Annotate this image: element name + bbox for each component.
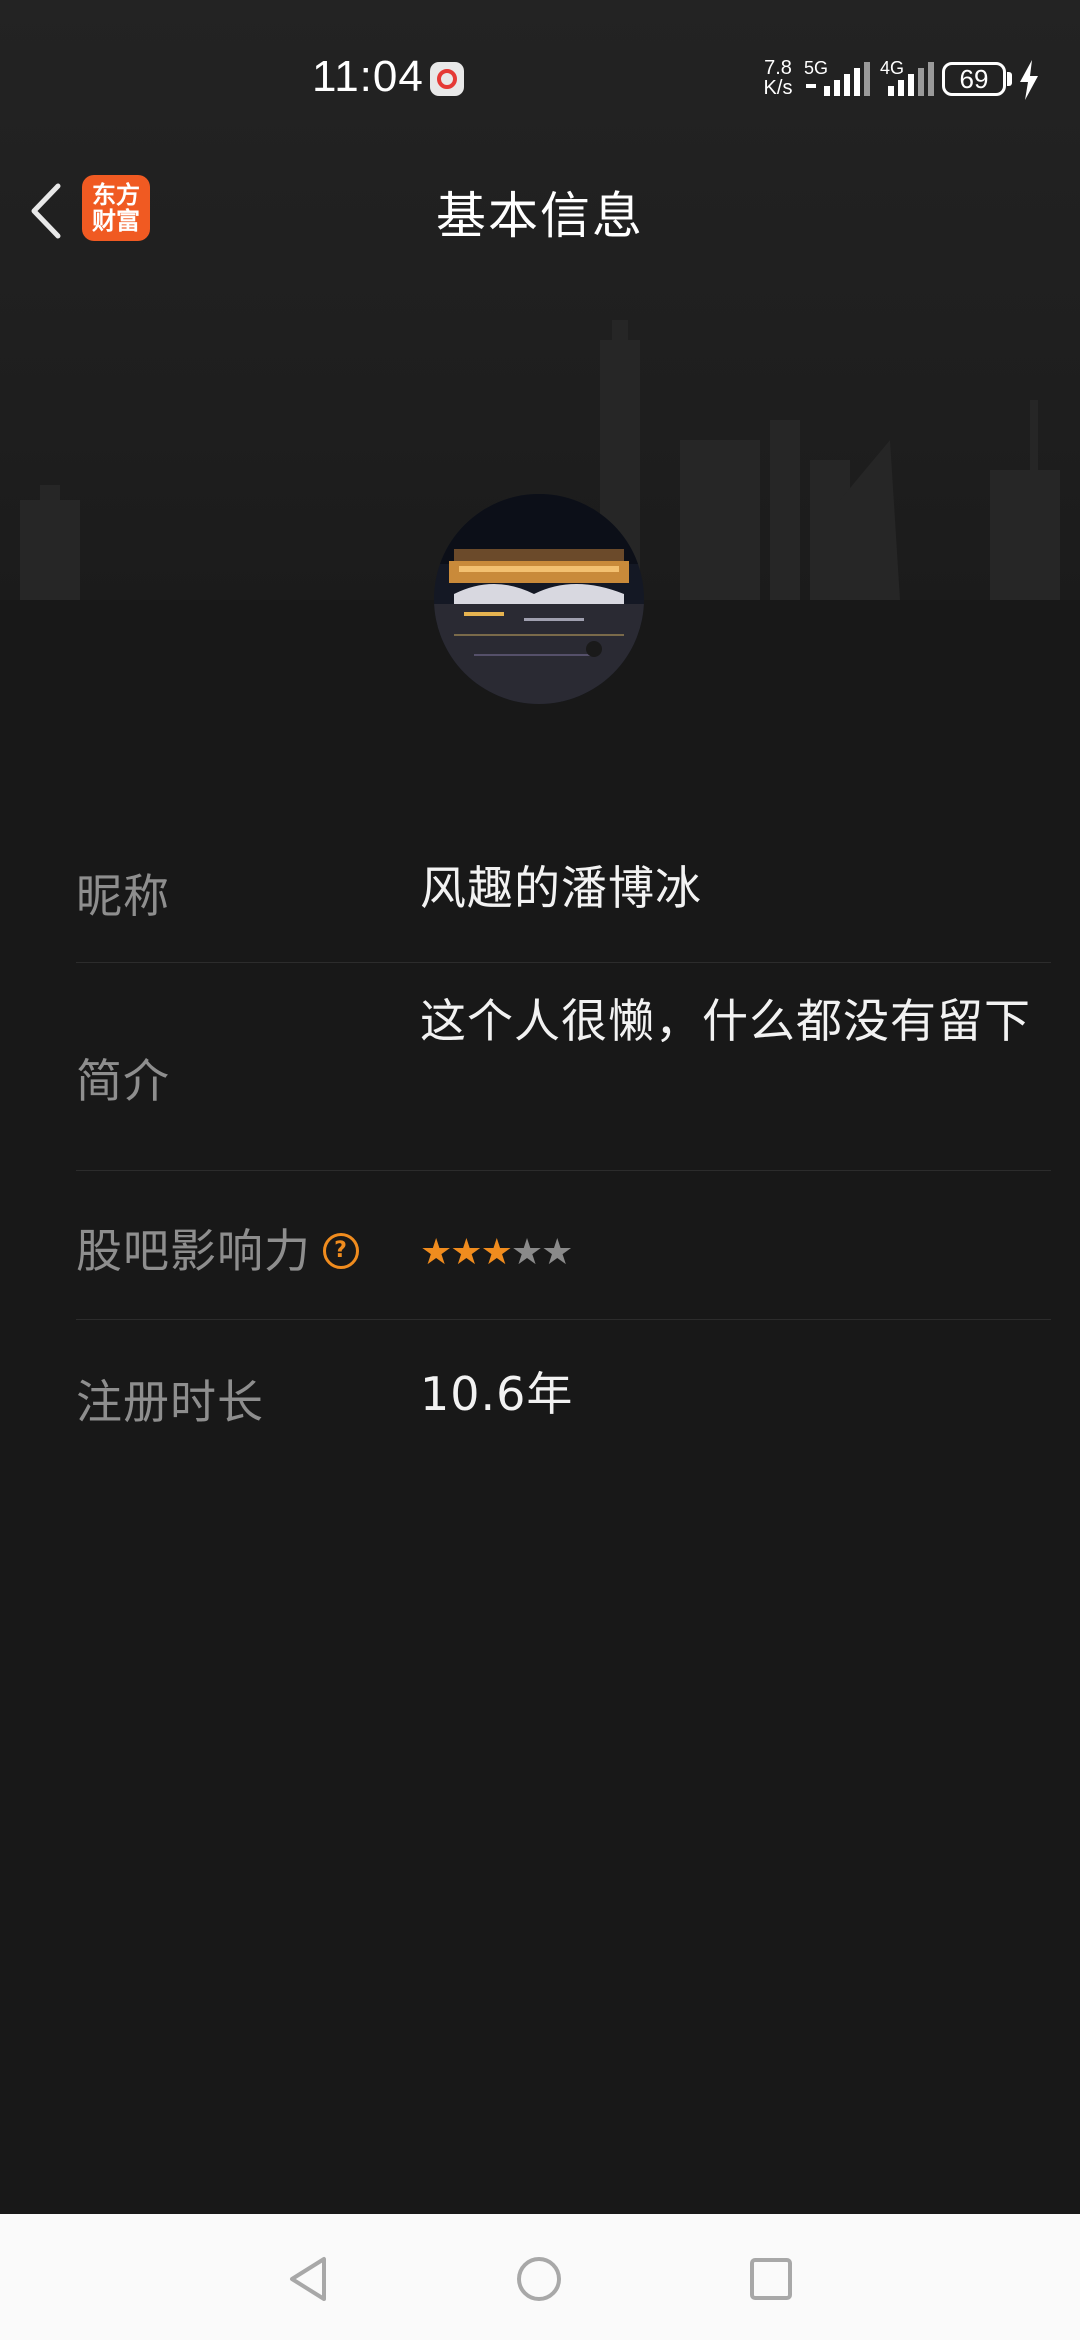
question-icon[interactable]: ? bbox=[323, 1232, 359, 1269]
influence-label: 股吧影响力 bbox=[76, 1224, 311, 1278]
star-empty-icon: ★ bbox=[510, 1232, 543, 1273]
star-filled-icon: ★ bbox=[420, 1232, 452, 1273]
network-speed: 7.8 K/s bbox=[758, 58, 798, 98]
avatar[interactable] bbox=[434, 494, 644, 704]
influence-rating: ★★★★★ bbox=[420, 1225, 1040, 1281]
battery-nub bbox=[1007, 72, 1012, 86]
profile-info-screen: 11:04 7.8 K/s 5G 4G 69 东方 财富 基本信息 昵称 风趣的… bbox=[0, 0, 1080, 2340]
charging-icon bbox=[1020, 60, 1038, 100]
bio-label: 简介 bbox=[76, 1054, 170, 1108]
star-filled-icon: ★ bbox=[480, 1232, 513, 1273]
status-bar: 11:04 7.8 K/s 5G 4G 69 bbox=[0, 0, 1080, 160]
network-speed-value: 7.8 bbox=[764, 57, 792, 79]
star-filled-icon: ★ bbox=[450, 1232, 482, 1273]
nav-back-icon[interactable] bbox=[284, 2254, 334, 2304]
notification-app-icon bbox=[430, 62, 464, 96]
influence-row: 股吧影响力? ★★★★★ bbox=[76, 1171, 1051, 1320]
nickname-row[interactable]: 昵称 风趣的潘博冰 bbox=[76, 820, 1051, 963]
registration-row: 注册时长 10.6年 bbox=[76, 1320, 1051, 1470]
bio-value: 这个人很懒，什么都没有留下 bbox=[420, 994, 1031, 1048]
network-speed-unit: K/s bbox=[763, 77, 793, 99]
nickname-label: 昵称 bbox=[76, 869, 170, 923]
system-navigation-bar bbox=[0, 2214, 1080, 2340]
nickname-value: 风趣的潘博冰 bbox=[420, 861, 702, 915]
registration-value: 10.6年 bbox=[420, 1367, 574, 1421]
star-empty-icon: ★ bbox=[541, 1232, 573, 1273]
page-title: 基本信息 bbox=[436, 187, 644, 245]
battery-icon: 69 bbox=[942, 62, 1006, 96]
influence-label-wrap: 股吧影响力? bbox=[76, 1215, 359, 1281]
nav-recents-icon[interactable] bbox=[746, 2254, 796, 2304]
registration-label: 注册时长 bbox=[76, 1375, 264, 1429]
nav-home-icon[interactable] bbox=[514, 2254, 564, 2304]
status-time: 11:04 bbox=[312, 52, 424, 101]
profile-info-list: 昵称 风趣的潘博冰 简介 这个人很懒，什么都没有留下 股吧影响力? ★★★★★ … bbox=[76, 820, 1051, 1470]
battery-level: 69 bbox=[959, 63, 989, 94]
bio-row[interactable]: 简介 这个人很懒，什么都没有留下 bbox=[76, 963, 1051, 1171]
